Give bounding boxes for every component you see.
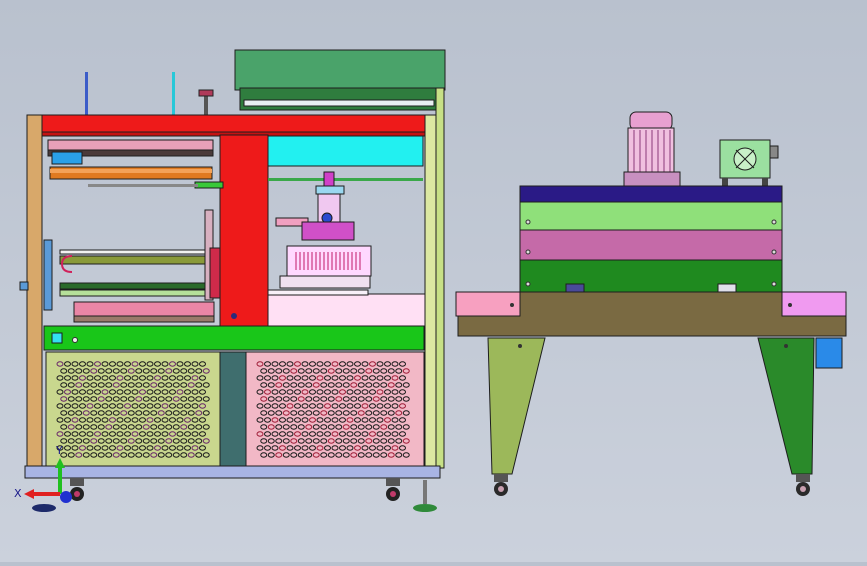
axis-x-label: X [14, 487, 22, 500]
pink-conveyor-top [267, 289, 369, 296]
red-column [219, 134, 269, 328]
caster-left [70, 478, 84, 501]
cyan-panel [267, 135, 424, 167]
tunnel-layer-lightgreen [519, 201, 783, 231]
green-band [43, 325, 425, 351]
top-hood [234, 49, 446, 91]
sealing-machine[interactable] [19, 49, 446, 512]
leg-bolt-left [518, 344, 522, 348]
roller-orange-shade [50, 169, 212, 173]
frame-left-post [26, 114, 43, 471]
table-bolt-2 [788, 303, 792, 307]
tunnel-top-navy [519, 185, 783, 203]
knob-stem [204, 94, 208, 116]
green-band-square [51, 332, 63, 344]
table-bolt-1 [510, 303, 514, 307]
roller-mid-white [59, 249, 211, 255]
long-green-shaft [268, 178, 423, 181]
cad-viewport[interactable]: X Y [0, 0, 867, 562]
lower-cabinet-mid [219, 351, 247, 467]
caster-right [386, 478, 400, 501]
column-bolt [231, 313, 237, 319]
base-rail [24, 465, 441, 479]
roller-green-rod [194, 181, 224, 189]
frame-right-post-inner [435, 87, 445, 469]
green-band-dot [72, 337, 78, 343]
rod-left [85, 72, 88, 116]
leg-bolt-right [784, 344, 788, 348]
leg-right [757, 337, 815, 475]
roller-base-strip [73, 315, 215, 323]
leveling-foot [413, 480, 437, 512]
roller-mid-olive [59, 255, 211, 265]
rod-mid [172, 72, 175, 116]
roller-grey-rod [88, 184, 198, 187]
shrink-tunnel[interactable] [455, 111, 847, 496]
vertical-pink-post-red [209, 247, 221, 299]
roller-dark-green [59, 282, 211, 290]
motor [623, 111, 681, 187]
knob [198, 89, 214, 97]
cad-model-view[interactable]: X Y [0, 0, 867, 562]
roller-pink-wide [73, 301, 215, 317]
side-clamp [43, 239, 53, 311]
roller-light-green [59, 289, 211, 297]
axis-y-label: Y [55, 444, 63, 457]
leveling-foot-left [32, 504, 56, 512]
tunnel-caster-left [494, 474, 508, 496]
tunnel-layer-magenta [519, 229, 783, 261]
sealing-head [275, 171, 372, 289]
top-hood-lip [239, 87, 441, 111]
roller-pink [47, 139, 214, 151]
blue-control-box [815, 337, 843, 369]
tunnel-layer-darkgreen [519, 259, 783, 293]
fan-box [719, 139, 779, 186]
top-hood-bar [243, 99, 435, 107]
leg-left [487, 337, 546, 475]
side-clamp-2 [19, 281, 29, 291]
tunnel-caster-right [796, 474, 810, 496]
pink-conveyor-block [267, 293, 426, 327]
roller-blue-block [51, 151, 83, 165]
